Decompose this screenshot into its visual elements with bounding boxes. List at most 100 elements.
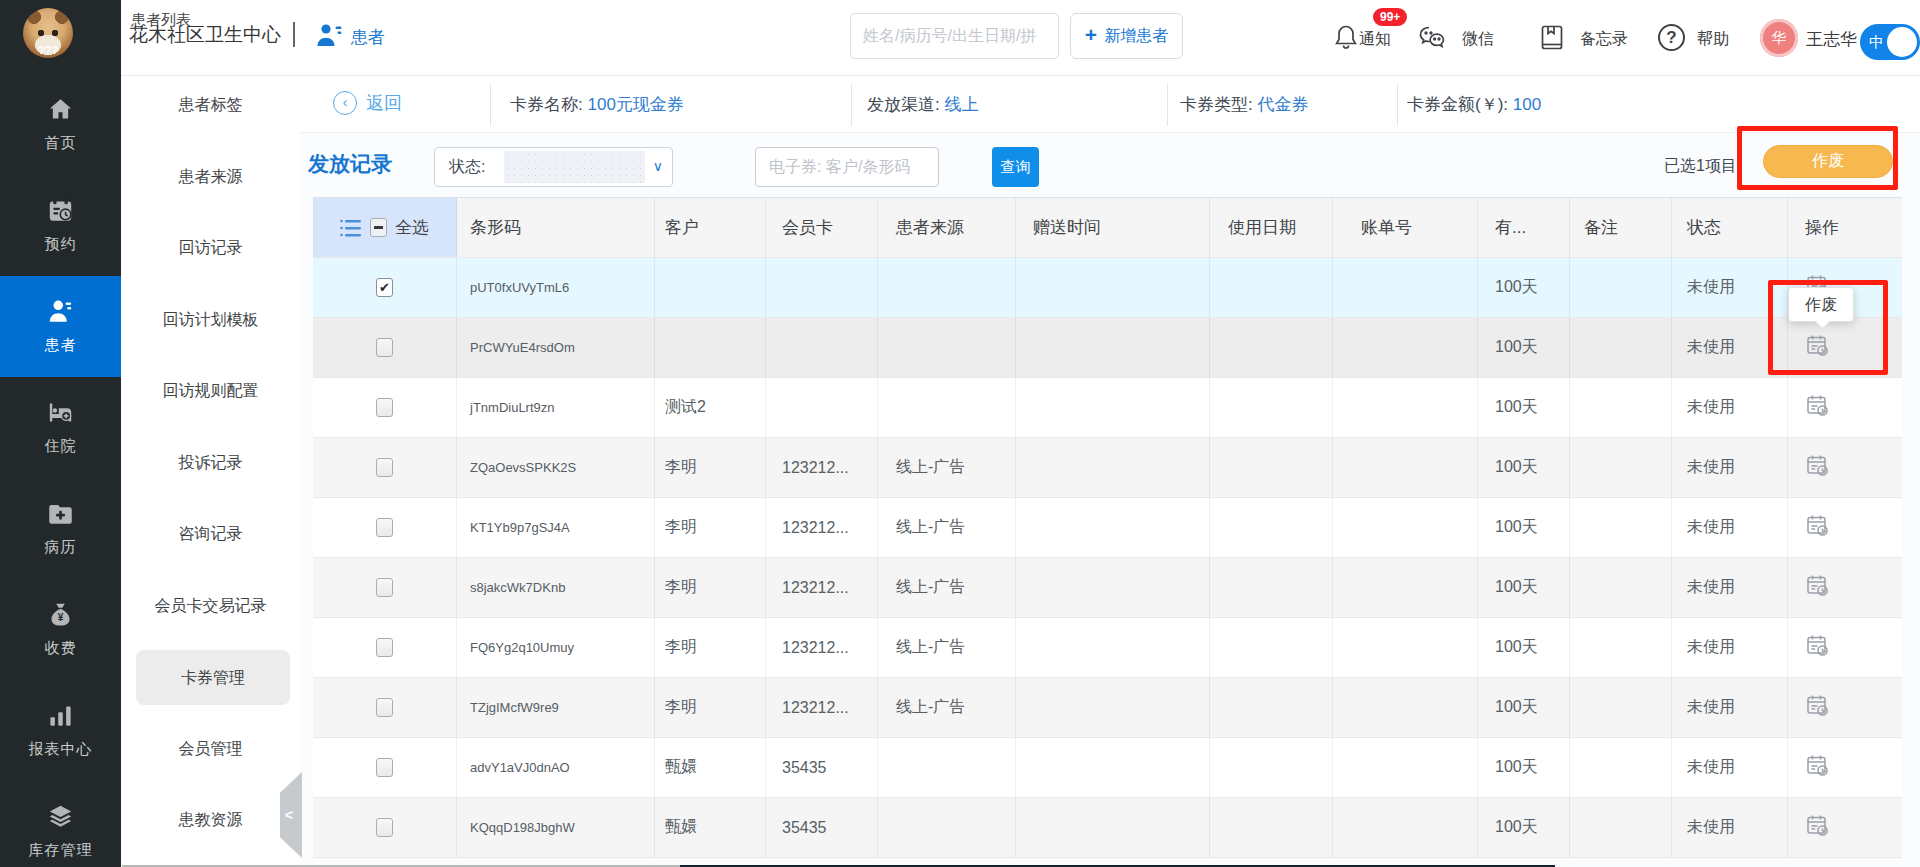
cell-use-date	[1210, 678, 1333, 737]
header-select-all[interactable]: 全选	[313, 198, 457, 257]
cell-remark	[1570, 318, 1672, 377]
cell-remark	[1570, 798, 1672, 857]
row-checkbox[interactable]	[376, 338, 393, 357]
table-row[interactable]: KQqqD198JbghW 甄嬛 35435 100天 未使用	[313, 798, 1902, 858]
query-button[interactable]: 查询	[992, 147, 1039, 187]
table-row[interactable]: KT1Yb9p7gSJ4A 李明 123212... 线上-广告 100天 未使…	[313, 498, 1902, 558]
table-row[interactable]: PrCWYuE4rsdOm 100天 未使用	[313, 318, 1902, 378]
cell-validity: 100天	[1478, 678, 1570, 737]
void-action-icon[interactable]	[1805, 813, 1830, 842]
sidebar-item-calendar[interactable]: 预约	[0, 175, 121, 276]
cell-remark	[1570, 378, 1672, 437]
submenu-item[interactable]: 回访记录	[121, 238, 300, 258]
info-field: 卡券类型: 代金券	[1180, 93, 1308, 116]
selected-count-label: 已选1项目	[1580, 156, 1737, 177]
clinic-avatar[interactable]: ???	[23, 8, 73, 58]
sidebar-item-label: 首页	[45, 134, 77, 153]
submenu-item[interactable]: 会员卡交易记录	[121, 596, 300, 616]
wechat-label[interactable]: 微信	[1462, 29, 1494, 50]
sidebar-item-bed[interactable]: 住院	[0, 377, 121, 478]
patient-icon	[47, 298, 74, 329]
language-toggle[interactable]: 中	[1860, 24, 1920, 60]
table-row[interactable]: s8jakcWk7DKnb 李明 123212... 线上-广告 100天 未使…	[313, 558, 1902, 618]
table-row[interactable]: TZjgIMcfW9re9 李明 123212... 线上-广告 100天 未使…	[313, 678, 1902, 738]
void-action-icon[interactable]	[1805, 393, 1830, 422]
col-remark: 备注	[1570, 198, 1672, 257]
cell-customer: 李明	[655, 558, 766, 617]
void-action-icon[interactable]	[1805, 633, 1830, 662]
add-patient-button[interactable]: + 新增患者	[1070, 13, 1183, 59]
status-dropdown[interactable]: 状态: ∨	[434, 147, 673, 187]
cell-gift-time	[1016, 258, 1210, 317]
void-action-icon[interactable]	[1805, 513, 1830, 542]
row-checkbox[interactable]	[376, 398, 393, 417]
help-icon[interactable]: ?	[1658, 24, 1685, 51]
void-action-icon[interactable]	[1805, 693, 1830, 722]
cell-gift-time	[1016, 318, 1210, 377]
evoucher-search-input[interactable]	[755, 147, 939, 187]
plus-icon: +	[1085, 25, 1097, 45]
table-row[interactable]: advY1aVJ0dnAO 甄嬛 35435 100天 未使用	[313, 738, 1902, 798]
sidebar-item-money[interactable]: ¥ 收费	[0, 579, 121, 680]
submenu-item[interactable]: 患者来源	[121, 167, 300, 187]
row-checkbox[interactable]	[376, 578, 393, 597]
submenu-item[interactable]: 投诉记录	[121, 453, 300, 473]
cell-barcode: ZQaOevsSPKK2S	[457, 438, 655, 497]
table-row[interactable]: jTnmDiuLrt9zn 测试2 100天 未使用	[313, 378, 1902, 438]
memo-icon[interactable]	[1538, 23, 1566, 53]
row-checkbox[interactable]	[376, 518, 393, 537]
sidebar-item-label: 患者	[45, 336, 77, 355]
user-avatar[interactable]: 华	[1760, 19, 1798, 57]
sidebar-item-patient[interactable]: 患者	[0, 276, 121, 377]
cell-patient-source	[878, 738, 1016, 797]
cell-customer: 甄嬛	[655, 798, 766, 857]
table-row[interactable]: pUT0fxUVyTmL6 100天 未使用	[313, 258, 1902, 318]
cell-use-date	[1210, 438, 1333, 497]
submenu-item[interactable]: 卡券管理	[136, 650, 290, 705]
void-action-icon[interactable]	[1805, 573, 1830, 602]
sidebar-item-home[interactable]: 首页	[0, 74, 121, 175]
cell-member-card: 123212...	[766, 618, 878, 677]
table-row[interactable]: FQ6Yg2q10Umuy 李明 123212... 线上-广告 100天 未使…	[313, 618, 1902, 678]
void-action-icon[interactable]	[1805, 453, 1830, 482]
row-checkbox[interactable]	[376, 278, 393, 297]
void-action-icon[interactable]	[1805, 753, 1830, 782]
info-field: 卡券名称: 100元现金券	[510, 93, 684, 116]
cell-member-card: 35435	[766, 738, 878, 797]
back-button[interactable]: ‹ 返回	[333, 91, 402, 115]
section-label: 患者	[351, 26, 385, 49]
notifications-label[interactable]: 通知	[1359, 29, 1391, 50]
sidebar-item-layers[interactable]: 库存管理	[0, 781, 121, 867]
cell-bill-no	[1333, 258, 1478, 317]
patient-search-input[interactable]	[850, 13, 1059, 59]
cell-customer: 甄嬛	[655, 738, 766, 797]
cell-member-card: 123212...	[766, 498, 878, 557]
bell-icon[interactable]	[1332, 23, 1360, 53]
sidebar-item-label: 报表中心	[29, 740, 93, 759]
user-name[interactable]: 王志华	[1806, 28, 1857, 51]
submenu-item[interactable]: 会员管理	[121, 739, 300, 759]
cell-remark	[1570, 438, 1672, 497]
sidebar-item-record[interactable]: 病历	[0, 478, 121, 579]
sidebar-item-chart[interactable]: 报表中心	[0, 680, 121, 781]
memo-label[interactable]: 备忘录	[1580, 29, 1628, 50]
row-checkbox[interactable]	[376, 818, 393, 837]
row-checkbox[interactable]	[376, 638, 393, 657]
submenu-item[interactable]: 患者标签	[121, 95, 300, 115]
calendar-icon	[47, 197, 74, 228]
cell-use-date	[1210, 498, 1333, 557]
row-checkbox[interactable]	[376, 458, 393, 477]
submenu-item[interactable]: 患教资源	[121, 810, 300, 830]
submenu-item[interactable]: 回访计划模板	[121, 310, 300, 330]
cell-barcode: KQqqD198JbghW	[457, 798, 655, 857]
submenu-item[interactable]: 回访规则配置	[121, 381, 300, 401]
row-checkbox[interactable]	[376, 698, 393, 717]
cell-validity: 100天	[1478, 318, 1570, 377]
select-all-checkbox[interactable]	[370, 218, 387, 237]
row-checkbox[interactable]	[376, 758, 393, 777]
wechat-icon[interactable]	[1418, 23, 1446, 53]
table-row[interactable]: ZQaOevsSPKK2S 李明 123212... 线上-广告 100天 未使…	[313, 438, 1902, 498]
submenu-item[interactable]: 咨询记录	[121, 524, 300, 544]
cell-customer: 李明	[655, 618, 766, 677]
help-label[interactable]: 帮助	[1697, 29, 1729, 50]
